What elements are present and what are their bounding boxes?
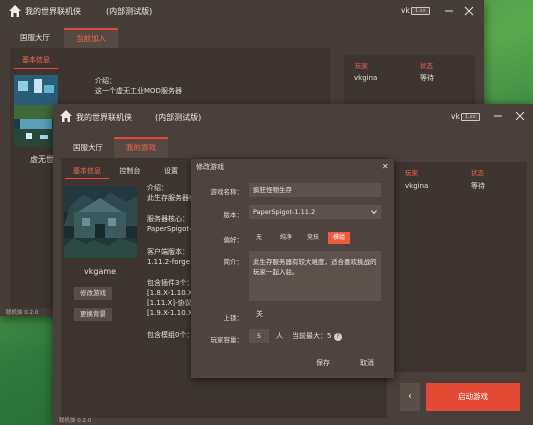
version-select[interactable]: PaperSpigot-1.11.2 — [249, 205, 381, 219]
client-value: 1.11.2-forge1 — [147, 258, 195, 266]
pref-none[interactable]: 无 — [249, 232, 269, 244]
back-button[interactable]: ‹ — [400, 383, 420, 411]
pref-pure[interactable]: 纯净 — [274, 232, 298, 244]
tab-lobby[interactable]: 国服大厅 — [10, 30, 60, 48]
help-icon[interactable]: ? — [334, 333, 342, 341]
dialog-close-icon[interactable]: ✕ — [382, 162, 389, 171]
back-player-name: vkgina — [354, 74, 378, 82]
description-label: 简介： — [223, 258, 244, 266]
subtab-basic-info[interactable]: 基本信息 — [14, 55, 58, 65]
minimize-icon[interactable] — [444, 6, 454, 16]
back-titlebar: 我的世界联机侠 (内部测试版) vk 1.xx — [0, 0, 484, 22]
pref-competitive[interactable]: 竞技 — [301, 232, 325, 244]
chevron-down-icon — [371, 210, 377, 215]
name-label: 游戏名称： — [210, 188, 244, 196]
back-intro-label: 介绍： — [95, 77, 116, 85]
intro-text: 此生存服务器有 — [147, 194, 196, 202]
subtab-underline — [65, 178, 109, 179]
core-label: 服务器核心： — [147, 215, 189, 223]
capacity-label: 玩家容量： — [210, 336, 244, 344]
capacity-input[interactable]: 5 — [249, 329, 269, 343]
app-title: 我的世界联机侠 — [76, 113, 132, 122]
front-titlebar: 我的世界联机侠 (内部测试版) vk 1.xx — [53, 104, 533, 126]
plugins-label: 包含插件3个： — [147, 279, 194, 287]
capacity-unit: 人 — [276, 332, 283, 340]
tab-my-games[interactable]: 我的游戏 — [114, 137, 168, 158]
home-icon — [60, 110, 72, 122]
capacity-max: 当前最大：5 — [292, 332, 332, 340]
mods-label: 包含模组0个： — [147, 331, 194, 339]
version-value: PaperSpigot-1.11.2 — [253, 208, 316, 216]
subtab-underline — [14, 68, 58, 69]
app-subtitle: (内部测试版) — [155, 113, 202, 122]
back-intro-text: 这一个虚无工业MOD服务器 — [95, 87, 182, 95]
back-player-status: 等待 — [420, 74, 434, 82]
server-image — [64, 186, 137, 258]
tab-lobby[interactable]: 国服大厅 — [63, 140, 113, 158]
core-value: PaperSpigot-1 — [147, 225, 197, 233]
player-name: vkgina — [405, 182, 429, 190]
client-label: 客户端版本： — [147, 248, 189, 256]
change-background-button[interactable]: 更换背景 — [74, 308, 112, 321]
player-status: 等待 — [471, 182, 485, 190]
dialog-title: 修改游戏 — [196, 163, 224, 171]
game-name-input[interactable]: 疯狂怪物生存 — [249, 183, 381, 197]
save-button[interactable]: 保存 — [316, 359, 330, 368]
home-icon — [9, 5, 21, 17]
lock-value[interactable]: 关 — [256, 310, 263, 319]
back-status-col: 状态 — [420, 62, 433, 70]
version-label: 版本： — [223, 211, 244, 219]
app-subtitle: (内部测试版) — [106, 7, 153, 16]
cancel-button[interactable]: 取消 — [360, 359, 374, 368]
user-name[interactable]: vk — [451, 112, 460, 121]
minimize-icon[interactable] — [493, 111, 503, 121]
plugin-item: [1.8.X-1.10.X] — [147, 289, 196, 297]
intro-label: 介绍： — [147, 184, 168, 192]
back-player-col: 玩家 — [355, 62, 368, 70]
app-title: 我的世界联机侠 — [25, 7, 81, 16]
back-version: 联机侠 0.2.0 — [6, 310, 39, 316]
pref-mods[interactable]: 模组 — [328, 232, 350, 244]
description-textarea[interactable]: 此生存服务器有较大难度，适合喜欢挑战的玩家一起入驻。 — [249, 251, 381, 301]
close-icon[interactable] — [464, 6, 474, 16]
user-name[interactable]: vk — [401, 6, 410, 15]
lock-label: 上锁： — [223, 314, 244, 322]
subtab-basic-info[interactable]: 基本信息 — [65, 166, 109, 176]
status-col: 状态 — [471, 169, 484, 177]
preference-label: 偏好： — [223, 236, 244, 244]
players-panel — [394, 162, 527, 372]
start-game-button[interactable]: 启动游戏 — [426, 383, 520, 411]
tab-joined[interactable]: 当前加入 — [64, 28, 118, 48]
front-window: 我的世界联机侠 (内部测试版) vk 1.xx 国服大厅 我的游戏 基本信息 控… — [53, 104, 533, 425]
subtab-settings[interactable]: 设置 — [157, 166, 185, 176]
plugin-item: [1.9.X-1.10.X] — [147, 309, 196, 317]
level-badge: 1.xx — [461, 113, 480, 121]
level-badge: 1.xx — [411, 7, 430, 15]
player-col: 玩家 — [405, 169, 418, 177]
server-name: vkgame — [84, 267, 117, 276]
subtab-console[interactable]: 控制台 — [113, 166, 147, 176]
close-icon[interactable] — [515, 111, 525, 121]
back-server-name: 虚无世 — [30, 155, 54, 164]
edit-game-dialog: 修改游戏 ✕ 游戏名称： 疯狂怪物生存 版本： PaperSpigot-1.11… — [191, 159, 394, 378]
edit-game-button[interactable]: 修改游戏 — [74, 287, 112, 300]
version: 联机侠 0.2.0 — [59, 418, 92, 424]
back-server-image — [14, 75, 58, 147]
